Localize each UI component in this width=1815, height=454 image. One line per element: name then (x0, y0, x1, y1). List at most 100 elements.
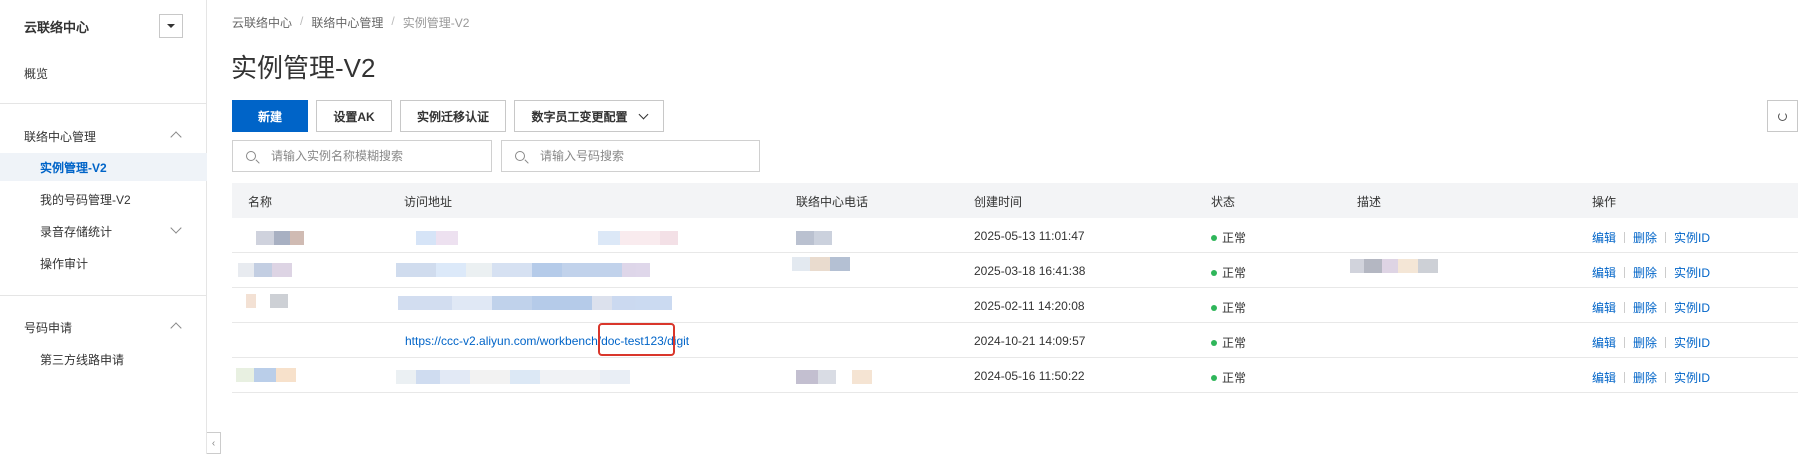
column-header-actions: 操作 (1592, 195, 1617, 209)
sidebar-item-third-party-line[interactable]: 第三方线路申请 (40, 351, 124, 368)
edit-link[interactable]: 编辑 (1592, 229, 1616, 246)
status-badge: 正常 (1211, 229, 1246, 246)
redacted-url (396, 370, 630, 384)
breadcrumb-item[interactable]: 联络中心管理 (311, 14, 383, 31)
chevron-left-icon: ‹ (211, 437, 216, 449)
breadcrumb-current: 实例管理-V2 (402, 16, 470, 30)
column-header-phone: 联络中心电话 (796, 195, 869, 209)
search-icon (246, 151, 256, 161)
number-search-input[interactable] (540, 149, 720, 163)
instance-search-input[interactable] (271, 149, 451, 163)
digital-staff-config-label: 数字员工变更配置 (531, 109, 628, 124)
edit-link[interactable]: 编辑 (1592, 334, 1616, 351)
row-actions: 编辑 删除 实例ID (1592, 299, 1710, 316)
row-actions: 编辑 删除 实例ID (1592, 229, 1710, 246)
created-time: 2025-03-18 16:41:38 (974, 264, 1086, 278)
breadcrumb-separator: / (300, 14, 304, 28)
delete-link[interactable]: 删除 (1633, 369, 1657, 386)
redacted-phone (792, 257, 850, 271)
breadcrumb: 云联络中心 / 联络中心管理 / 实例管理-V2 (232, 14, 469, 31)
sidebar-item-audit[interactable]: 操作审计 (40, 255, 88, 272)
redacted-name (238, 263, 292, 277)
chevron-up-icon[interactable] (170, 322, 182, 334)
breadcrumb-item[interactable]: 云联络中心 (232, 14, 292, 31)
table-row: 2025-05-13 11:01:47 正常 编辑 删除 实例ID (232, 218, 1798, 253)
status-dot-icon (1211, 235, 1217, 241)
page-title: 实例管理-V2 (231, 53, 376, 83)
number-search[interactable] (501, 140, 760, 172)
sidebar-item-instance-management[interactable]: 实例管理-V2 (40, 159, 107, 176)
redacted-url (396, 263, 650, 277)
column-header-url: 访问地址 (404, 195, 453, 209)
chevron-down-icon (638, 109, 648, 119)
created-time: 2025-02-11 14:20:08 (974, 299, 1085, 313)
instance-id-link[interactable]: 实例ID (1674, 229, 1710, 246)
delete-link[interactable]: 删除 (1633, 264, 1657, 281)
sidebar: 云联络中心 概览 联络中心管理 实例管理-V2 我的号码管理-V2 录音存储统计… (0, 0, 207, 454)
status-badge: 正常 (1211, 334, 1246, 351)
caret-down-icon (167, 24, 175, 28)
row-actions: 编辑 删除 实例ID (1592, 369, 1710, 386)
sidebar-divider (0, 295, 207, 296)
annotation-highlight-box (598, 323, 675, 356)
created-time: 2025-05-13 11:01:47 (974, 229, 1085, 243)
migrate-auth-button[interactable]: 实例迁移认证 (400, 100, 506, 132)
status-dot-icon (1211, 340, 1217, 346)
sidebar-collapse-handle[interactable]: ‹ (207, 432, 221, 454)
product-switcher-dropdown[interactable] (159, 14, 183, 38)
table-row: 2025-02-11 14:20:08 正常 编辑 删除 实例ID (232, 288, 1798, 323)
status-badge: 正常 (1211, 369, 1246, 386)
sidebar-item-overview[interactable]: 概览 (24, 65, 48, 82)
refresh-icon (1778, 111, 1787, 121)
instance-id-link[interactable]: 实例ID (1674, 369, 1710, 386)
status-dot-icon (1211, 375, 1217, 381)
sidebar-item-recording-storage[interactable]: 录音存储统计 (40, 223, 112, 240)
breadcrumb-separator: / (391, 14, 395, 28)
search-icon (515, 151, 525, 161)
sidebar-item-my-numbers[interactable]: 我的号码管理-V2 (40, 191, 131, 208)
table-row: 2025-03-18 16:41:38 正常 编辑 删除 实例ID (232, 253, 1798, 288)
column-header-status: 状态 (1211, 195, 1236, 209)
instance-id-link[interactable]: 实例ID (1674, 299, 1710, 316)
delete-link[interactable]: 删除 (1633, 299, 1657, 316)
delete-link[interactable]: 删除 (1633, 229, 1657, 246)
chevron-up-icon[interactable] (170, 131, 182, 143)
sidebar-title: 云联络中心 (24, 20, 90, 35)
edit-link[interactable]: 编辑 (1592, 369, 1616, 386)
sidebar-divider (0, 103, 207, 104)
chevron-down-icon[interactable] (170, 222, 182, 234)
instance-id-link[interactable]: 实例ID (1674, 334, 1710, 351)
digital-staff-config-dropdown[interactable]: 数字员工变更配置 (514, 100, 664, 132)
created-time: 2024-10-21 14:09:57 (974, 334, 1086, 348)
refresh-button[interactable] (1767, 100, 1798, 132)
status-dot-icon (1211, 270, 1217, 276)
edit-link[interactable]: 编辑 (1592, 299, 1616, 316)
redacted-phone (796, 370, 872, 384)
row-actions: 编辑 删除 实例ID (1592, 334, 1710, 351)
column-header-created: 创建时间 (974, 195, 1023, 209)
redacted-name (246, 294, 288, 308)
new-button[interactable]: 新建 (232, 100, 308, 132)
status-badge: 正常 (1211, 264, 1246, 281)
redacted-url (416, 231, 678, 245)
edit-link[interactable]: 编辑 (1592, 264, 1616, 281)
status-dot-icon (1211, 305, 1217, 311)
delete-link[interactable]: 删除 (1633, 334, 1657, 351)
table-row: https://ccc-v2.aliyun.com/workbench/doc-… (232, 323, 1798, 358)
set-ak-button[interactable]: 设置AK (316, 100, 392, 132)
sidebar-group-number-apply[interactable]: 号码申请 (24, 319, 72, 336)
instance-search[interactable] (232, 140, 492, 172)
redacted-url (398, 296, 672, 310)
redacted-phone (796, 231, 832, 245)
redacted-name (236, 368, 296, 382)
sidebar-group-contact-center[interactable]: 联络中心管理 (24, 128, 96, 145)
redacted-description (1350, 259, 1438, 273)
row-actions: 编辑 删除 实例ID (1592, 264, 1710, 281)
table-row: 2024-05-16 11:50:22 正常 编辑 删除 实例ID (232, 358, 1798, 393)
column-header-name: 名称 (248, 195, 273, 209)
instance-id-link[interactable]: 实例ID (1674, 264, 1710, 281)
status-badge: 正常 (1211, 299, 1246, 316)
table-header: 名称 访问地址 联络中心电话 创建时间 状态 描述 操作 (232, 183, 1798, 218)
created-time: 2024-05-16 11:50:22 (974, 369, 1085, 383)
column-header-description: 描述 (1357, 195, 1382, 209)
